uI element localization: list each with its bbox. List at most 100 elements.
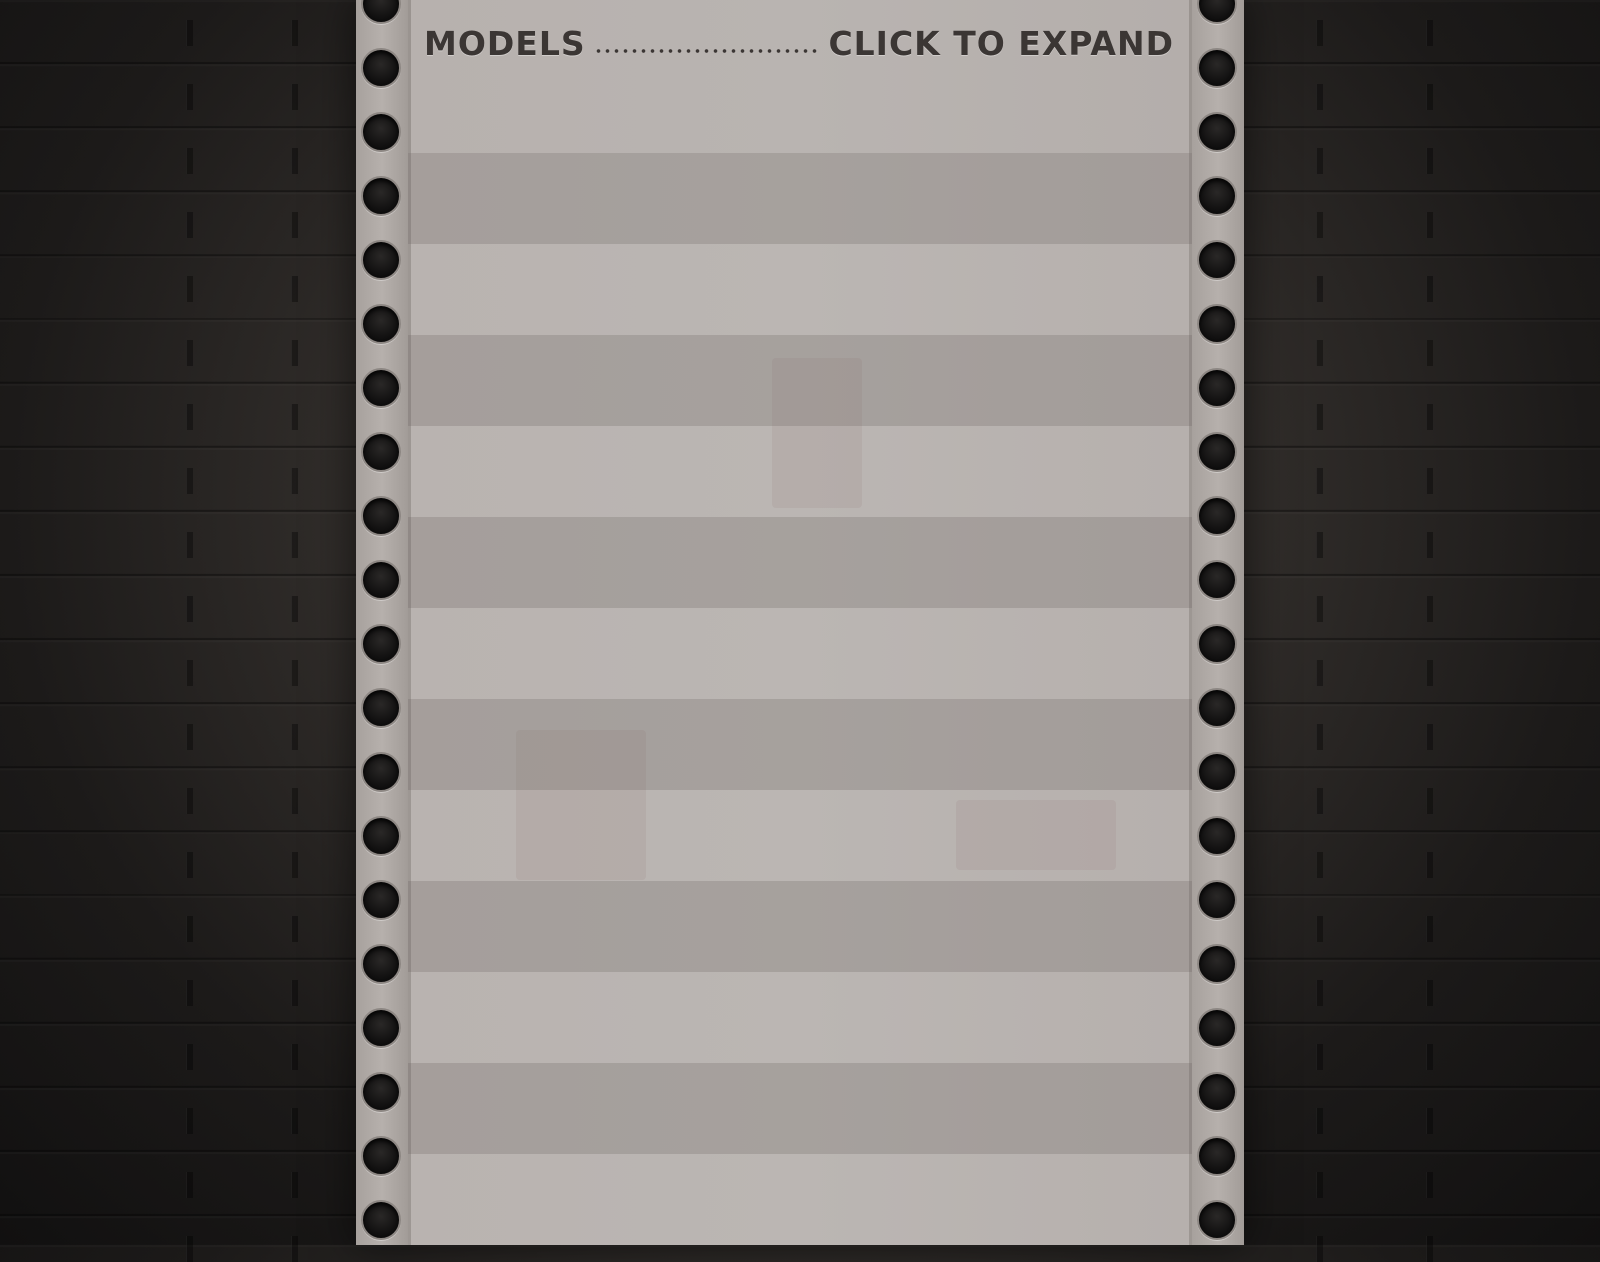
plank-joint (186, 1108, 193, 1134)
film-sprocket-hole-icon (361, 496, 401, 536)
film-sprocket-hole-icon (1197, 48, 1237, 88)
plank-joint (186, 788, 193, 814)
plank-joint (291, 148, 298, 174)
plank-joint (291, 1108, 298, 1134)
plank-joint (186, 212, 193, 238)
list-row (408, 1063, 1192, 1154)
film-sprocket-hole-icon (1197, 0, 1237, 24)
plank-joint (1316, 1172, 1323, 1198)
plank-joint (291, 276, 298, 302)
plank-joint (186, 596, 193, 622)
film-sprocket-hole-icon (1197, 112, 1237, 152)
plank-joint (1316, 660, 1323, 686)
plank-joint (1316, 724, 1323, 750)
plank-joint (186, 276, 193, 302)
plank-joint (1426, 1172, 1433, 1198)
plank-joint (291, 788, 298, 814)
film-sprocket-hole-icon (361, 1008, 401, 1048)
film-sprocket-hole-icon (361, 432, 401, 472)
plank-joint (1316, 468, 1323, 494)
list-row (408, 426, 1192, 517)
plank-joint (1426, 84, 1433, 110)
list-row (408, 335, 1192, 426)
plank-joint (1316, 276, 1323, 302)
plank-joint (186, 1044, 193, 1070)
plank-joint (1426, 1044, 1433, 1070)
film-sprocket-hole-icon (361, 112, 401, 152)
plank-joint (1426, 404, 1433, 430)
plank-joint (186, 916, 193, 942)
plank-joint (291, 724, 298, 750)
plank-joint (1316, 340, 1323, 366)
film-sprocket-hole-icon (1197, 176, 1237, 216)
plank-joint (1316, 596, 1323, 622)
plank-joint (1426, 916, 1433, 942)
plank-joint (1426, 148, 1433, 174)
plank-joint (1426, 724, 1433, 750)
film-sprocket-hole-icon (361, 1200, 401, 1240)
click-to-expand-link[interactable]: CLICK TO EXPAND (828, 24, 1174, 63)
list-row (408, 517, 1192, 608)
plank-joint (291, 212, 298, 238)
plank-joint (1316, 1044, 1323, 1070)
plank-joint (186, 1172, 193, 1198)
plank-joint (1316, 1108, 1323, 1134)
film-sprocket-hole-icon (1197, 688, 1237, 728)
film-sprocket-hole-icon (361, 176, 401, 216)
plank-joint (291, 20, 298, 46)
plank-joint (186, 148, 193, 174)
plank-joint (186, 660, 193, 686)
plank-joint (291, 1236, 298, 1262)
plank-joint (1426, 532, 1433, 558)
plank-joint (1426, 212, 1433, 238)
plank-joint (1316, 852, 1323, 878)
plank-joint (1426, 340, 1433, 366)
plank-joint (186, 20, 193, 46)
film-sprocket-hole-icon (361, 880, 401, 920)
list-row (408, 881, 1192, 972)
film-sprocket-hole-icon (361, 368, 401, 408)
film-sprocket-hole-icon (1197, 1136, 1237, 1176)
film-sprocket-hole-icon (1197, 432, 1237, 472)
film-sprocket-hole-icon (361, 304, 401, 344)
plank-joint (1316, 20, 1323, 46)
film-sprocket-hole-icon (1197, 240, 1237, 280)
plank-joint (1426, 980, 1433, 1006)
film-strip-panel: MODELS CLICK TO EXPAND (356, 0, 1244, 1245)
film-sprocket-hole-icon (1197, 304, 1237, 344)
list-row (408, 244, 1192, 335)
plank-joint (1426, 468, 1433, 494)
left-sprocket-rail (356, 0, 411, 1245)
film-sprocket-hole-icon (1197, 496, 1237, 536)
film-sprocket-hole-icon (361, 0, 401, 24)
film-sprocket-hole-icon (361, 48, 401, 88)
film-sprocket-hole-icon (361, 560, 401, 600)
models-expand-header[interactable]: MODELS CLICK TO EXPAND (424, 18, 1174, 68)
plank-joint (291, 852, 298, 878)
film-sprocket-hole-icon (361, 240, 401, 280)
plank-joint (186, 340, 193, 366)
plank-joint (186, 724, 193, 750)
film-sprocket-hole-icon (361, 688, 401, 728)
film-sprocket-hole-icon (361, 752, 401, 792)
list-row (408, 699, 1192, 790)
film-sprocket-hole-icon (1197, 560, 1237, 600)
plank-joint (291, 84, 298, 110)
right-sprocket-rail (1189, 0, 1244, 1245)
plank-joint (186, 404, 193, 430)
plank-joint (1316, 404, 1323, 430)
plank-joint (1426, 1236, 1433, 1262)
film-sprocket-hole-icon (361, 624, 401, 664)
dot-leader (593, 47, 821, 55)
plank-joint (186, 1236, 193, 1262)
list-row (408, 153, 1192, 244)
plank-joint (186, 468, 193, 494)
film-sprocket-hole-icon (361, 1072, 401, 1112)
plank-joint (291, 532, 298, 558)
plank-joint (291, 1172, 298, 1198)
plank-joint (1426, 660, 1433, 686)
list-row (408, 790, 1192, 881)
plank-joint (291, 404, 298, 430)
plank-joint (1316, 532, 1323, 558)
plank-joint (1316, 1236, 1323, 1262)
